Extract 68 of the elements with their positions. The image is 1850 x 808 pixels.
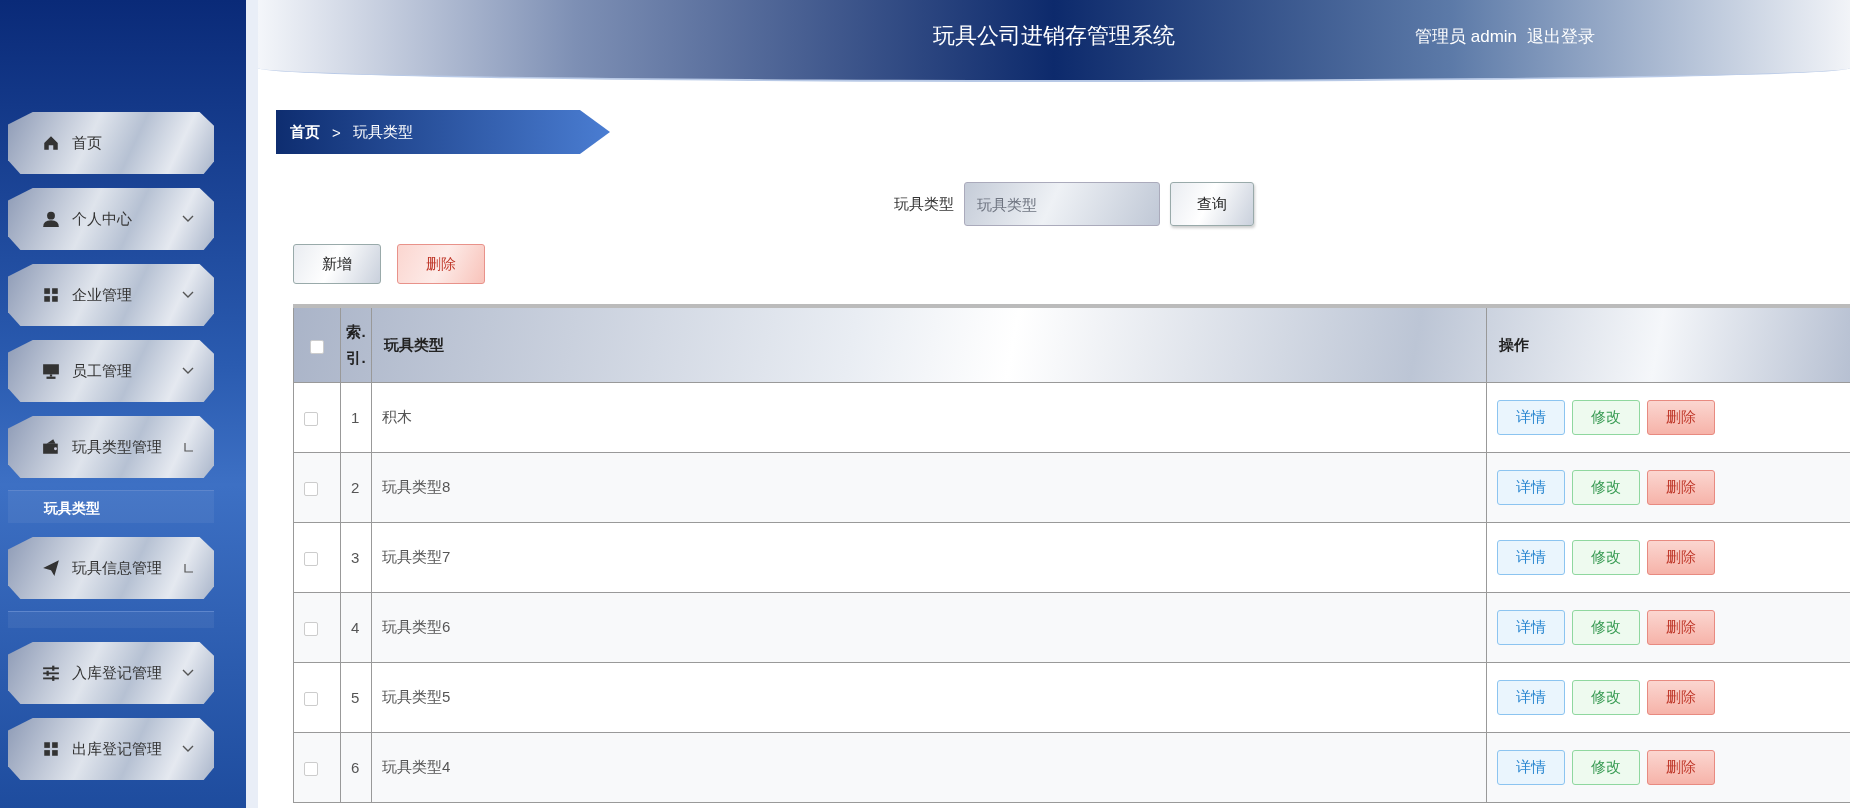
row-checkbox[interactable] (304, 762, 318, 776)
grid-icon (42, 286, 60, 304)
edit-button[interactable]: 修改 (1572, 610, 1640, 645)
column-header: 索. 引. (346, 323, 366, 366)
sliders-icon (42, 664, 60, 682)
menu-item[interactable]: 企业管理 (8, 264, 214, 326)
table-cell: 玩具类型7 (382, 548, 451, 565)
details-button[interactable]: 详情 (1497, 400, 1565, 435)
app-title: 玩具公司进销存管理系统 (933, 22, 1175, 50)
details-button[interactable]: 详情 (1497, 610, 1565, 645)
edit-button[interactable]: 修改 (1572, 470, 1640, 505)
row-checkbox[interactable] (304, 482, 318, 496)
menu-item[interactable]: 入库登记管理 (8, 642, 214, 704)
delete-button[interactable]: 删除 (1647, 750, 1715, 785)
breadcrumb-link[interactable]: 玩具类型 (352, 122, 413, 142)
menu-item[interactable]: 玩具信息管理 (8, 537, 214, 599)
breadcrumb-link[interactable]: 首页 (290, 122, 320, 142)
menu-item[interactable]: 首页 (8, 112, 214, 174)
row-checkbox[interactable] (304, 622, 318, 636)
table-cell: 4 (351, 619, 360, 636)
table-cell: 积木 (382, 408, 412, 425)
select-all-checkbox[interactable] (310, 339, 324, 354)
table-cell: 6 (351, 759, 360, 776)
edit-button[interactable]: 修改 (1572, 750, 1640, 785)
grid-icon (42, 740, 60, 758)
edit-button[interactable]: 修改 (1572, 680, 1640, 715)
edit-button[interactable]: 修改 (1572, 540, 1640, 575)
paper-plane-icon (42, 559, 60, 577)
wallet-icon (42, 438, 60, 456)
menu-item[interactable]: 出库登记管理 (8, 718, 214, 780)
submenu-item[interactable]: 玩具类型 (8, 491, 214, 523)
table-cell: 玩具类型4 (382, 758, 451, 775)
breadcrumb-separator: > (332, 123, 341, 141)
menu-item[interactable]: 玩具类型管理 (8, 416, 214, 478)
table-cell: 玩具类型6 (382, 618, 451, 635)
monitor-icon (42, 362, 60, 380)
details-button[interactable]: 详情 (1497, 540, 1565, 575)
delete-button[interactable]: 删除 (397, 244, 485, 284)
delete-button[interactable]: 删除 (1647, 400, 1715, 435)
add-button[interactable]: 新增 (293, 244, 381, 284)
menu-item[interactable]: 个人中心 (8, 188, 214, 250)
column-header: 操作 (1499, 335, 1529, 353)
row-checkbox[interactable] (304, 412, 318, 426)
user-name: 管理员 admin (1415, 25, 1518, 48)
table-cell: 玩具类型5 (382, 688, 451, 705)
table-cell: 玩具类型8 (382, 478, 451, 495)
search-field[interactable]: 玩具类型 (964, 182, 1160, 226)
search-label: 玩具类型 (894, 194, 954, 214)
column-header: 玩具类型 (384, 335, 444, 353)
delete-button[interactable]: 删除 (1647, 610, 1715, 645)
logout-link[interactable]: 退出登录 (1527, 24, 1596, 48)
details-button[interactable]: 详情 (1497, 750, 1565, 785)
edit-button[interactable]: 修改 (1572, 400, 1640, 435)
search-button[interactable]: 查询 (1170, 182, 1254, 226)
menu-item[interactable]: 员工管理 (8, 340, 214, 402)
row-checkbox[interactable] (304, 552, 318, 566)
details-button[interactable]: 详情 (1497, 680, 1565, 715)
table-cell: 5 (351, 689, 360, 706)
row-checkbox[interactable] (304, 692, 318, 706)
delete-button[interactable]: 删除 (1647, 470, 1715, 505)
table-cell: 3 (351, 549, 360, 566)
table-cell: 2 (351, 479, 360, 496)
delete-button[interactable]: 删除 (1647, 540, 1715, 575)
details-button[interactable]: 详情 (1497, 470, 1565, 505)
user-icon (42, 210, 60, 228)
home-icon (42, 134, 60, 152)
table-cell: 1 (351, 409, 360, 426)
delete-button[interactable]: 删除 (1647, 680, 1715, 715)
